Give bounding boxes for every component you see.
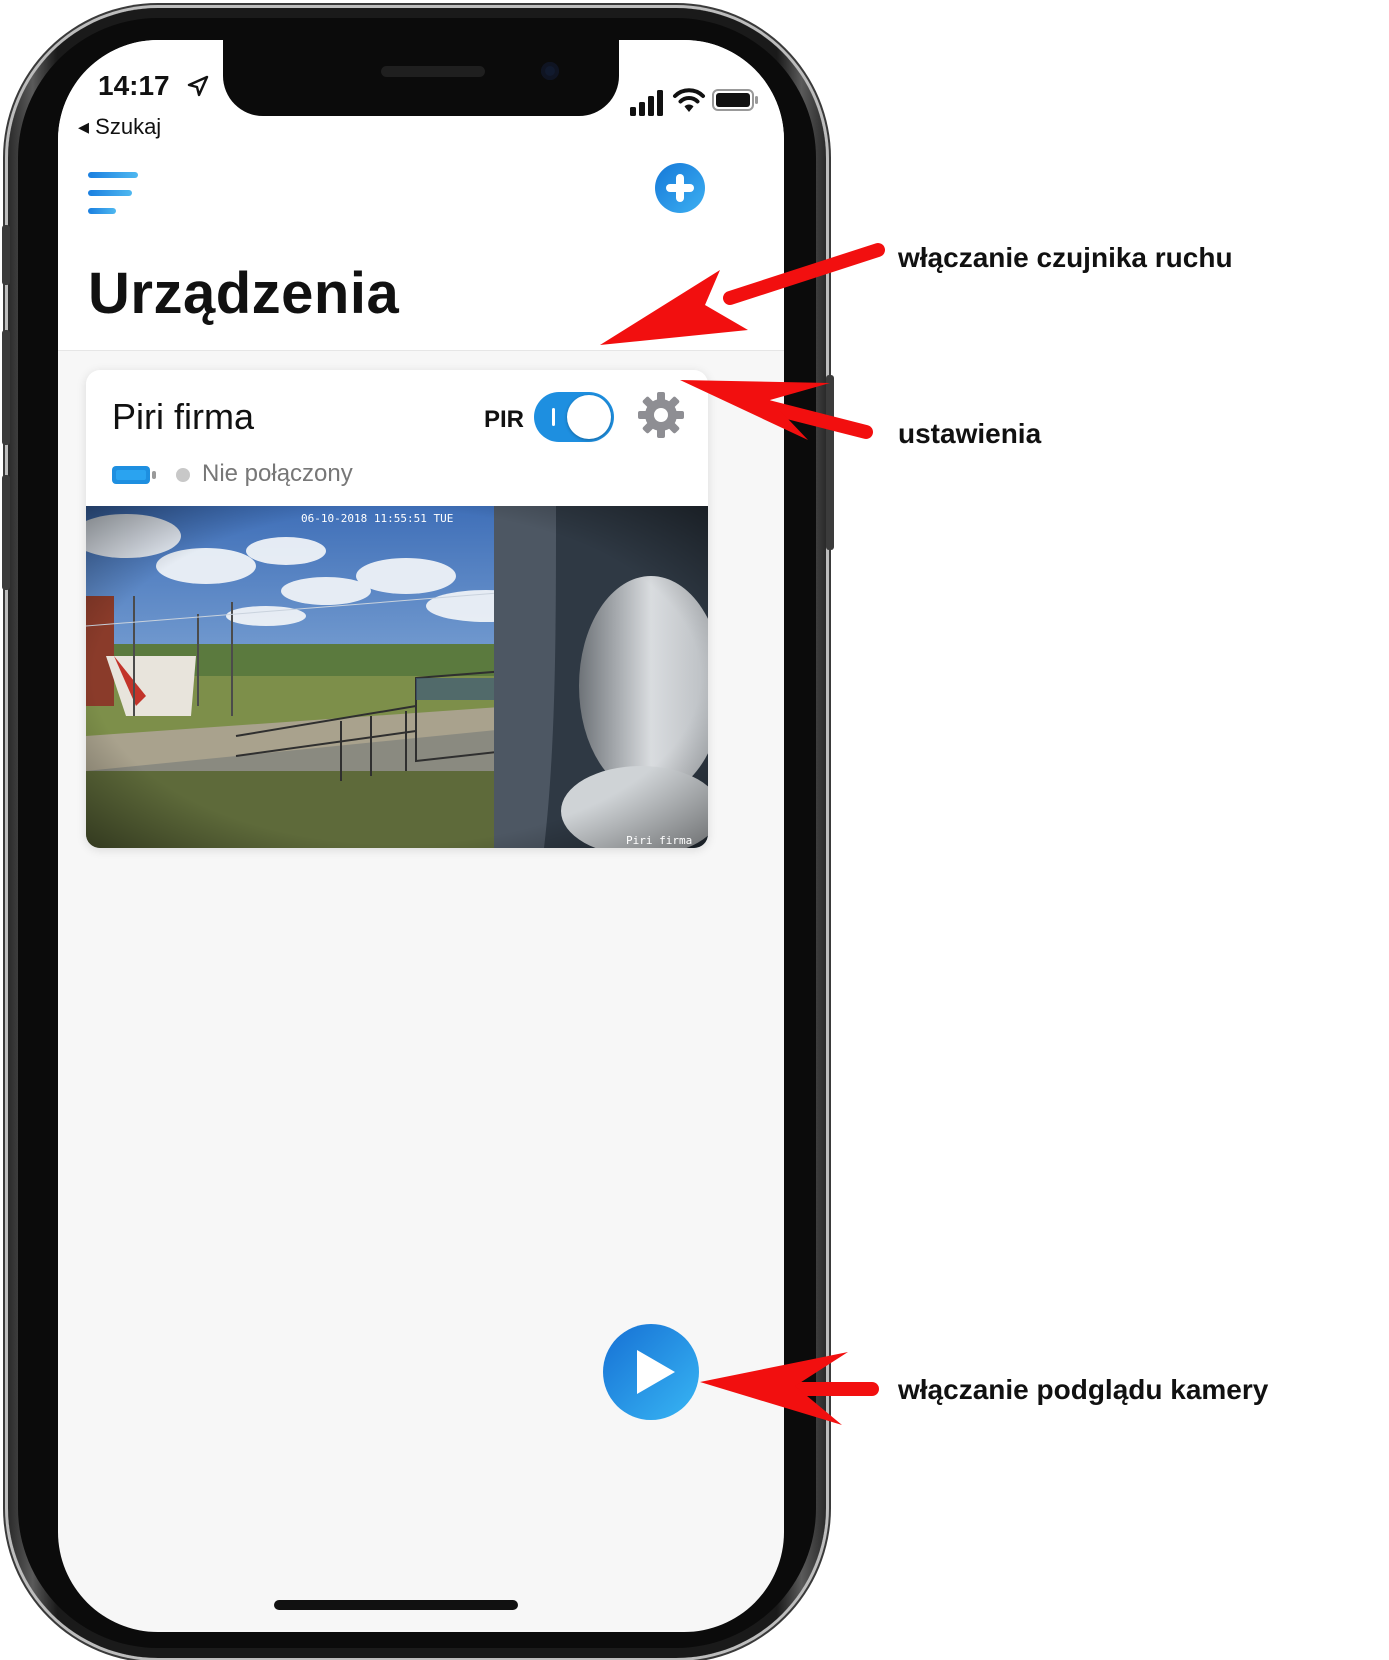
device-battery-icon: [112, 466, 156, 484]
side-button-power: [826, 375, 834, 550]
toggle-knob: [567, 395, 611, 439]
annotation-motion-sensor: włączanie czujnika ruchu: [898, 242, 1233, 273]
home-indicator: [274, 1600, 518, 1610]
speaker: [381, 66, 485, 77]
notch: [223, 40, 619, 116]
annotation-camera-preview: włączanie podglądu kamery: [898, 1374, 1269, 1405]
pir-toggle[interactable]: [534, 392, 614, 442]
preview-timestamp: 06-10-2018 11:55:51 TUE: [301, 512, 453, 525]
location-arrow-icon: [187, 75, 209, 97]
connection-status-dot: [176, 468, 190, 482]
phone-screen: 14:17 ◂ Szukaj Urządzenia Piri firma PIR…: [58, 40, 784, 1632]
camera-preview-image[interactable]: 06-10-2018 11:55:51 TUE Piri firma: [86, 506, 708, 848]
back-link[interactable]: ◂ Szukaj: [78, 114, 161, 140]
connection-status: Nie połączony: [202, 460, 353, 487]
toggle-on-mark: [552, 408, 555, 426]
annotation-settings: ustawienia: [898, 418, 1042, 449]
page-title: Urządzenia: [88, 261, 400, 326]
device-name: Piri firma: [112, 396, 254, 437]
add-icon[interactable]: [654, 162, 706, 214]
wifi-icon: [673, 88, 705, 112]
nav-header: Urządzenia: [58, 150, 784, 351]
battery-icon: [712, 89, 758, 111]
play-button[interactable]: [601, 1322, 701, 1422]
status-time: 14:17: [98, 70, 170, 101]
front-camera: [541, 62, 559, 80]
signal-icon: [630, 90, 663, 116]
side-button-volume-up: [2, 330, 10, 445]
pir-label: PIR: [484, 406, 525, 433]
side-button-volume-down: [2, 475, 10, 590]
side-button-mute: [2, 225, 10, 285]
menu-icon[interactable]: [88, 170, 142, 216]
device-card[interactable]: Piri firma PIR Nie połączony 06-10-2018 …: [86, 370, 708, 848]
preview-caption: Piri firma: [626, 834, 692, 847]
gear-icon[interactable]: [636, 390, 686, 440]
